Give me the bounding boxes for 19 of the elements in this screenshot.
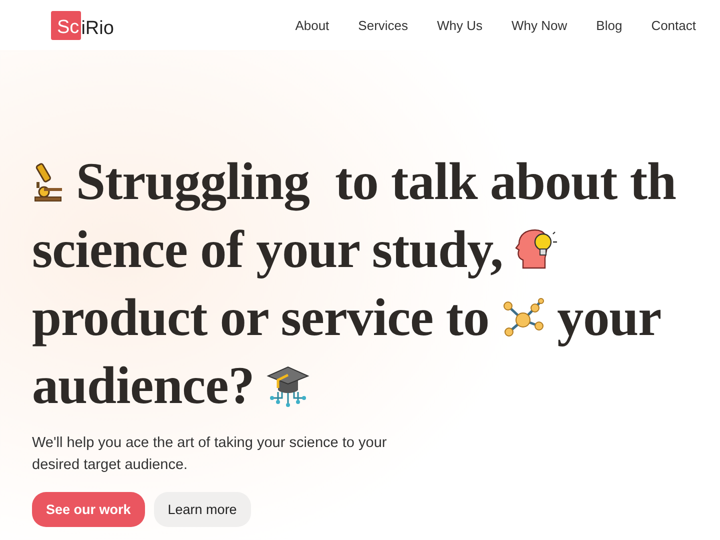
nav-link[interactable]: Why Us <box>437 18 483 32</box>
see-work-button[interactable]: See our work <box>32 492 145 527</box>
nav-link[interactable]: Services <box>358 18 408 32</box>
headline-text: your <box>557 288 662 349</box>
microscope-icon <box>32 162 64 202</box>
headline-text: product or service to <box>32 288 490 349</box>
headline-text: audience? <box>32 356 254 417</box>
headline-text: science of your study, <box>32 220 503 281</box>
molecule-icon <box>501 298 546 338</box>
hero-subtitle: We'll help you ace the art of taking your science to your desired target audience. <box>32 434 388 475</box>
logo-mark[interactable]: Sc <box>51 10 82 40</box>
headline-text: Struggling to talk about th <box>76 152 676 213</box>
nav-link[interactable]: Contact <box>651 18 696 32</box>
logo-text[interactable]: iRio <box>81 18 114 40</box>
graduation-cap-icon <box>266 364 310 408</box>
learn-more-button[interactable]: Learn more <box>154 492 251 527</box>
nav-link[interactable]: About <box>295 18 330 32</box>
nav-link[interactable]: Why Now <box>512 18 568 32</box>
nav-link[interactable]: Blog <box>596 18 622 32</box>
